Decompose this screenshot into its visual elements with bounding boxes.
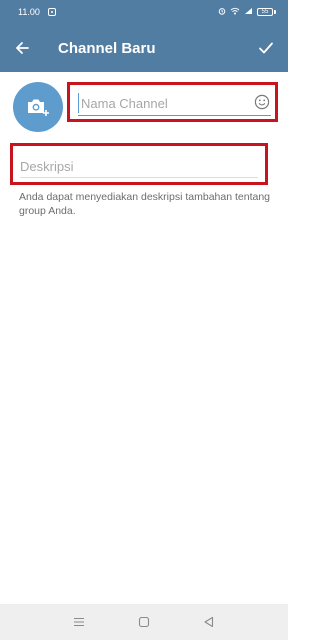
new-channel-screen: 11.00 55 Channel Baru Nama Channel Deskr… bbox=[0, 0, 288, 640]
camera-add-icon bbox=[28, 99, 49, 116]
page-title: Channel Baru bbox=[58, 39, 156, 57]
back-triangle-icon bbox=[204, 616, 214, 628]
description-field bbox=[10, 143, 268, 185]
system-back-button[interactable] bbox=[194, 607, 224, 637]
system-nav-bar bbox=[0, 604, 288, 640]
emoji-button[interactable] bbox=[253, 93, 271, 111]
arrow-left-icon bbox=[16, 42, 29, 54]
app-header: Channel Baru bbox=[0, 24, 288, 72]
alarm-icon bbox=[218, 7, 226, 17]
description-underline bbox=[20, 177, 258, 178]
status-icons: 55 bbox=[218, 7, 276, 17]
battery-level: 55 bbox=[257, 8, 273, 16]
menu-icon bbox=[73, 617, 84, 627]
channel-name-field bbox=[67, 82, 278, 122]
description-input[interactable] bbox=[20, 156, 250, 176]
battery-icon: 55 bbox=[257, 8, 276, 16]
name-underline bbox=[78, 115, 271, 116]
channel-photo-button[interactable] bbox=[13, 82, 63, 132]
check-icon bbox=[259, 42, 273, 54]
smiley-icon bbox=[254, 94, 270, 110]
status-time: 11.00 bbox=[18, 7, 40, 17]
wifi-icon bbox=[230, 7, 240, 17]
recent-apps-button[interactable] bbox=[64, 607, 94, 637]
channel-name-input[interactable] bbox=[78, 93, 248, 113]
home-icon bbox=[138, 616, 150, 628]
notification-icon bbox=[47, 8, 56, 16]
done-button[interactable] bbox=[244, 24, 288, 72]
home-button[interactable] bbox=[129, 607, 159, 637]
signal-icon bbox=[244, 7, 253, 17]
back-button[interactable] bbox=[0, 24, 44, 72]
status-bar: 11.00 55 bbox=[0, 0, 288, 24]
description-help-text: Anda dapat menyediakan deskripsi tambaha… bbox=[19, 191, 271, 217]
